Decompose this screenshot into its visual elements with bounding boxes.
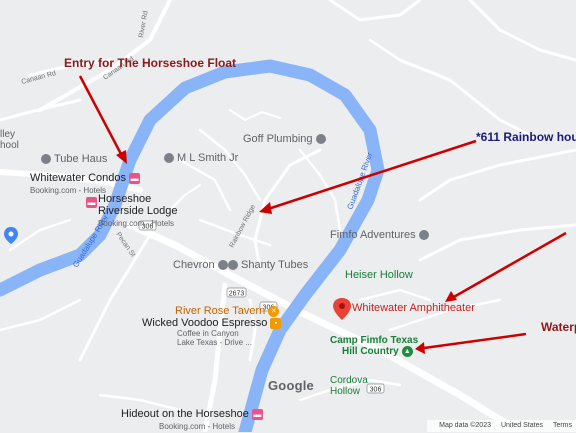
blue-place-icon[interactable]	[4, 227, 18, 244]
poi-wicked-voodoo[interactable]: Wicked Voodoo Espresso ▪ Coffee in Canyon…	[142, 317, 282, 347]
campground-icon: ▲	[401, 346, 413, 357]
country-link[interactable]: United States	[501, 422, 543, 429]
camp-fimfo-label-1: Camp Fimfo Texas	[330, 335, 419, 346]
terms-link[interactable]: Terms	[553, 422, 572, 429]
fimfo-adventures-icon	[418, 230, 429, 241]
shanty-tubes-label: Shanty Tubes	[241, 259, 309, 271]
annotation-rainbow-label: *611 Rainbow hous	[476, 130, 576, 144]
river-rd-label: River Rd	[138, 10, 150, 38]
poi-chevron[interactable]: Chevron	[173, 259, 231, 271]
goff-plumbing-label: Goff Plumbing	[243, 133, 313, 145]
cordova-hollow-label-2: Hollow	[330, 386, 361, 397]
cordova-hollow-label: Cordova Hollow	[330, 375, 368, 397]
poi-river-rose-tavern[interactable]: River Rose Tavern ✕	[175, 305, 280, 317]
horseshoe-lodge-sub: Booking.com - Hotels	[98, 219, 175, 228]
google-logo: Google	[268, 378, 314, 393]
poi-horseshoe-lodge[interactable]: ▬ Horseshoe Riverside Lodge Booking.com …	[86, 193, 178, 230]
wicked-voodoo-label: Wicked Voodoo Espresso	[142, 317, 268, 329]
goff-plumbing-icon	[315, 134, 326, 145]
poi-camp-fimfo[interactable]: Camp Fimfo Texas Hill Country ▲	[330, 335, 418, 357]
cordova-hollow-label-1: Cordova	[330, 375, 368, 386]
poi-tube-haus[interactable]: Tube Haus	[41, 153, 107, 165]
ml-smith-label: M L Smith Jr	[177, 152, 239, 164]
hideout-sub: Booking.com - Hotels	[159, 422, 236, 431]
fimfo-adventures-label: Fimfo Adventures	[330, 229, 416, 241]
horseshoe-lodge-label-1: Horseshoe	[98, 193, 152, 205]
poi-shanty-tubes[interactable]: Shanty Tubes	[228, 259, 308, 271]
heiser-hollow-label: Heiser Hollow	[345, 269, 413, 281]
wicked-voodoo-sub1: Coffee in Canyon	[177, 329, 239, 338]
restaurant-icon: ✕	[268, 305, 280, 317]
pecan-st-label: Pecan St	[114, 231, 136, 258]
coffee-icon: ▪	[270, 317, 282, 329]
tube-haus-icon	[41, 154, 51, 165]
camp-fimfo-label-2: Hill Country	[342, 346, 399, 358]
partial-label-1: lley	[0, 129, 16, 140]
hotel-bed-icon: ▬	[251, 408, 263, 420]
poi-fimfo-adventures[interactable]: Fimfo Adventures	[330, 229, 432, 241]
rainbow-ridge-label: Rainbow Ridge	[229, 204, 258, 249]
route-306-label-c: 306	[370, 387, 382, 394]
poi-hideout[interactable]: Hideout on the Horseshoe ▬ Booking.com -…	[121, 408, 263, 433]
amphitheater-pin-icon[interactable]	[333, 298, 351, 320]
hotel-bed-icon: ▬	[86, 197, 97, 208]
hotel-bed-icon: ▬	[129, 172, 141, 184]
gas-station-icon	[217, 260, 228, 271]
route-2673-label: 2673	[229, 291, 245, 298]
partial-label-2: hool	[0, 140, 19, 151]
poi-goff-plumbing[interactable]: Goff Plumbing	[243, 133, 329, 145]
hideout-label: Hideout on the Horseshoe	[121, 408, 249, 420]
annotation-waterpark-label: Waterp	[541, 320, 576, 334]
whitewater-condos-label: Whitewater Condos	[30, 172, 126, 184]
map-footer: Map data ©2023 United States Terms	[427, 420, 576, 432]
chevron-label: Chevron	[173, 259, 215, 271]
annotation-entry-label: Entry for The Horseshoe Float	[64, 56, 237, 70]
tube-haus-label: Tube Haus	[54, 153, 108, 165]
shanty-tubes-icon	[228, 260, 238, 271]
map-data-text: Map data ©2023	[439, 422, 491, 429]
poi-ml-smith[interactable]: M L Smith Jr	[164, 152, 238, 164]
river-rose-tavern-label: River Rose Tavern	[175, 305, 266, 317]
poi-whitewater-amphitheater[interactable]: Whitewater Amphitheater	[352, 302, 475, 314]
ml-smith-icon	[164, 153, 174, 164]
horseshoe-lodge-label-2: Riverside Lodge	[98, 205, 178, 217]
wicked-voodoo-sub2: Lake Texas - Drive ...	[177, 338, 252, 347]
